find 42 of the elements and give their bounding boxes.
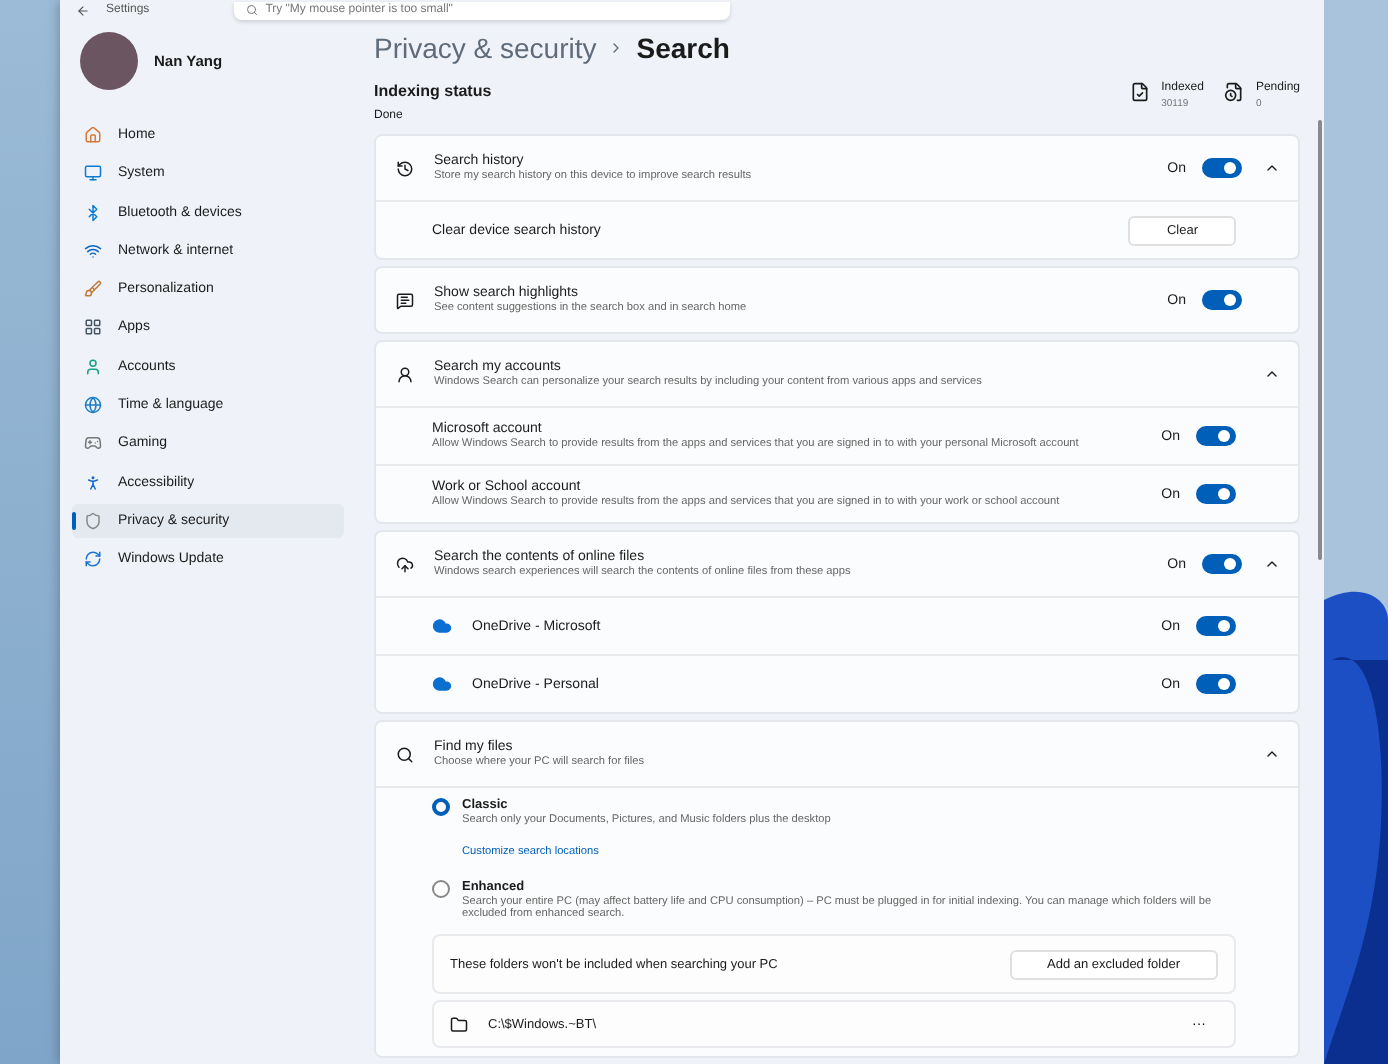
toggle-switch[interactable]	[1202, 554, 1242, 574]
scrollbar[interactable]	[1318, 120, 1322, 560]
toggle-switch[interactable]	[1196, 674, 1236, 694]
back-icon[interactable]	[76, 3, 90, 17]
chevron-up-icon[interactable]	[1264, 160, 1280, 176]
person-icon	[84, 357, 102, 376]
bluetooth-icon	[84, 203, 102, 222]
cloud-icon	[396, 555, 414, 573]
file-check-icon	[1129, 82, 1150, 103]
apps-icon	[84, 318, 102, 337]
chat-icon	[396, 291, 414, 309]
cloud-icon	[432, 616, 452, 636]
breadcrumb-item: Search	[636, 31, 730, 64]
search-icon	[245, 4, 258, 16]
toggle-switch[interactable]	[1202, 290, 1242, 310]
avatar	[80, 32, 138, 90]
shield-icon	[84, 511, 102, 530]
chevron-up-icon[interactable]	[1264, 556, 1280, 572]
home-icon	[84, 126, 102, 144]
toggle-switch[interactable]	[1196, 616, 1236, 636]
folder-icon	[450, 1015, 468, 1033]
radio-button[interactable]	[432, 880, 450, 898]
toggle-switch[interactable]	[1196, 484, 1236, 504]
search-icon	[396, 745, 414, 763]
globe-icon	[84, 396, 102, 415]
person-icon	[396, 365, 414, 383]
wifi-icon	[84, 241, 102, 260]
cloud-icon	[432, 674, 452, 694]
gamepad-icon	[84, 434, 102, 453]
chevron-up-icon[interactable]	[1264, 746, 1280, 762]
section-title: Indexing status	[374, 82, 492, 101]
refresh-icon	[84, 550, 102, 569]
monitor-icon	[84, 164, 102, 183]
toggle-switch[interactable]	[1202, 158, 1242, 178]
toggle-switch[interactable]	[1196, 426, 1236, 446]
chevron-up-icon[interactable]	[1264, 366, 1280, 382]
file-clock-icon	[1223, 82, 1244, 103]
breadcrumb-item[interactable]: Privacy & security	[374, 31, 597, 64]
brush-icon	[84, 280, 102, 299]
accessibility-icon	[84, 473, 102, 492]
history-icon	[396, 159, 414, 177]
radio-button[interactable]	[432, 798, 450, 816]
